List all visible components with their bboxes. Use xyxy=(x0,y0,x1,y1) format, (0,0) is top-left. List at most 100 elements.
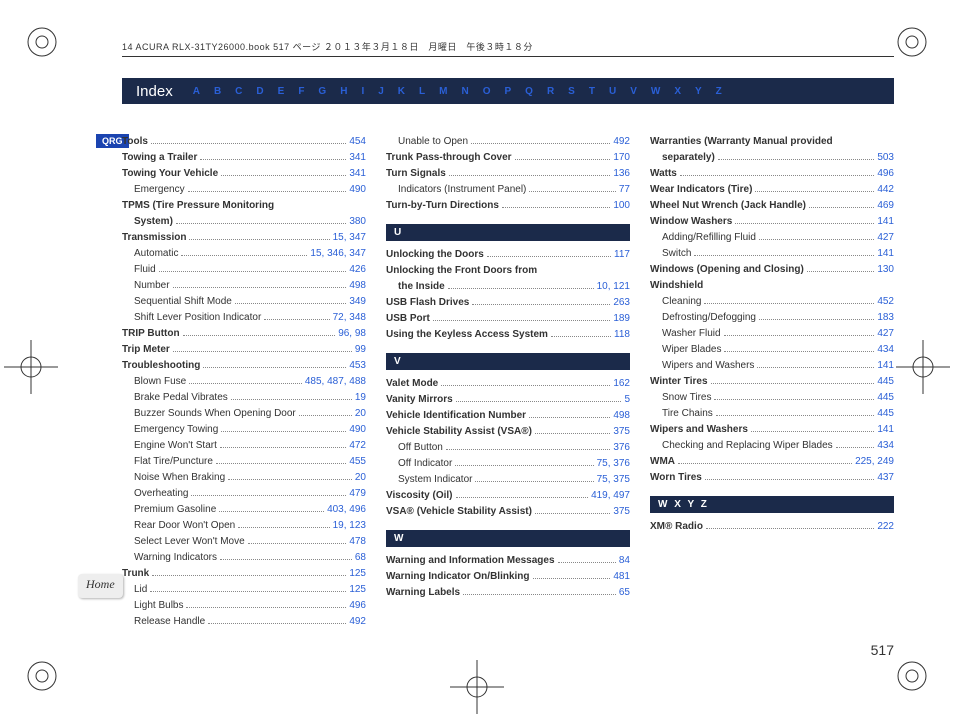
alpha-link-o[interactable]: O xyxy=(483,86,491,97)
alpha-link-u[interactable]: U xyxy=(609,86,616,97)
index-entry-page[interactable]: 492 xyxy=(613,134,630,150)
index-entry-page[interactable]: 490 xyxy=(349,422,366,438)
index-entry-page[interactable]: 478 xyxy=(349,534,366,550)
index-entry-page[interactable]: 225, 249 xyxy=(855,454,894,470)
index-entry-page[interactable]: 141 xyxy=(877,358,894,374)
index-entry-page[interactable]: 20 xyxy=(355,406,366,422)
index-entry-page[interactable]: 15, 346, 347 xyxy=(310,246,366,262)
index-entry-page[interactable]: 492 xyxy=(349,614,366,630)
alpha-link-t[interactable]: T xyxy=(589,86,595,97)
index-entry-page[interactable]: 141 xyxy=(877,246,894,262)
index-entry-page[interactable]: 77 xyxy=(619,182,630,198)
alpha-link-k[interactable]: K xyxy=(398,86,405,97)
index-entry-page[interactable]: 136 xyxy=(613,166,630,182)
index-entry-page[interactable]: 496 xyxy=(349,598,366,614)
index-entry-page[interactable]: 99 xyxy=(355,342,366,358)
index-entry-page[interactable]: 15, 347 xyxy=(333,230,366,246)
index-entry-page[interactable]: 442 xyxy=(877,182,894,198)
index-entry-page[interactable]: 65 xyxy=(619,585,630,601)
index-entry-page[interactable]: 341 xyxy=(349,150,366,166)
index-entry-page[interactable]: 454 xyxy=(349,134,366,150)
index-entry-page[interactable]: 419, 497 xyxy=(591,488,630,504)
index-entry-page[interactable]: 5 xyxy=(624,392,630,408)
index-entry-page[interactable]: 376 xyxy=(613,440,630,456)
alpha-link-n[interactable]: N xyxy=(461,86,468,97)
alpha-link-p[interactable]: P xyxy=(504,86,511,97)
index-entry-page[interactable]: 96, 98 xyxy=(338,326,366,342)
alpha-link-v[interactable]: V xyxy=(630,86,637,97)
index-entry-page[interactable]: 125 xyxy=(349,566,366,582)
index-entry-page[interactable]: 141 xyxy=(877,422,894,438)
index-entry-page[interactable]: 426 xyxy=(349,262,366,278)
alpha-link-h[interactable]: H xyxy=(340,86,347,97)
index-entry-page[interactable]: 170 xyxy=(613,150,630,166)
index-entry-page[interactable]: 10, 121 xyxy=(597,279,630,295)
alpha-link-d[interactable]: D xyxy=(256,86,263,97)
index-entry-page[interactable]: 189 xyxy=(613,311,630,327)
index-entry-page[interactable]: 375 xyxy=(613,424,630,440)
index-entry-page[interactable]: 100 xyxy=(613,198,630,214)
alpha-link-q[interactable]: Q xyxy=(525,86,533,97)
index-entry-page[interactable]: 130 xyxy=(877,262,894,278)
index-entry-page[interactable]: 375 xyxy=(613,504,630,520)
alpha-link-z[interactable]: Z xyxy=(716,86,722,97)
alpha-link-f[interactable]: F xyxy=(298,86,304,97)
alpha-link-x[interactable]: X xyxy=(674,86,681,97)
index-entry-page[interactable]: 485, 487, 488 xyxy=(305,374,366,390)
index-entry-page[interactable]: 68 xyxy=(355,550,366,566)
alpha-link-a[interactable]: A xyxy=(193,86,200,97)
index-entry-page[interactable]: 19 xyxy=(355,390,366,406)
index-entry-page[interactable]: 75, 376 xyxy=(597,456,630,472)
index-entry-page[interactable]: 162 xyxy=(613,376,630,392)
alpha-link-i[interactable]: I xyxy=(361,86,364,97)
index-entry-page[interactable]: 445 xyxy=(877,406,894,422)
index-entry-page[interactable]: 498 xyxy=(613,408,630,424)
index-entry-page[interactable]: 455 xyxy=(349,454,366,470)
index-entry-page[interactable]: 496 xyxy=(877,166,894,182)
index-entry-page[interactable]: 263 xyxy=(613,295,630,311)
index-entry-page[interactable]: 434 xyxy=(877,438,894,454)
index-entry-page[interactable]: 445 xyxy=(877,390,894,406)
index-entry-page[interactable]: 349 xyxy=(349,294,366,310)
alpha-link-l[interactable]: L xyxy=(419,86,425,97)
index-entry-page[interactable]: 469 xyxy=(877,198,894,214)
index-entry-page[interactable]: 183 xyxy=(877,310,894,326)
index-entry-page[interactable]: 403, 496 xyxy=(327,502,366,518)
index-entry-page[interactable]: 20 xyxy=(355,470,366,486)
index-entry-page[interactable]: 452 xyxy=(877,294,894,310)
index-entry-page[interactable]: 19, 123 xyxy=(333,518,366,534)
alpha-link-s[interactable]: S xyxy=(568,86,575,97)
index-entry-page[interactable]: 503 xyxy=(877,150,894,166)
alpha-link-g[interactable]: G xyxy=(318,86,326,97)
index-entry-page[interactable]: 427 xyxy=(877,230,894,246)
index-entry-page[interactable]: 479 xyxy=(349,486,366,502)
index-entry-page[interactable]: 490 xyxy=(349,182,366,198)
index-entry-page[interactable]: 141 xyxy=(877,214,894,230)
alpha-link-b[interactable]: B xyxy=(214,86,221,97)
alpha-link-j[interactable]: J xyxy=(378,86,384,97)
index-entry-page[interactable]: 117 xyxy=(614,247,630,263)
index-entry-page[interactable]: 84 xyxy=(619,553,630,569)
alpha-link-w[interactable]: W xyxy=(651,86,660,97)
index-entry-page[interactable]: 481 xyxy=(613,569,630,585)
index-entry-page[interactable]: 498 xyxy=(349,278,366,294)
index-entry-page[interactable]: 445 xyxy=(877,374,894,390)
index-entry-page[interactable]: 72, 348 xyxy=(333,310,366,326)
index-entry-page[interactable]: 434 xyxy=(877,342,894,358)
index-entry-page[interactable]: 453 xyxy=(349,358,366,374)
alpha-link-y[interactable]: Y xyxy=(695,86,702,97)
alpha-link-m[interactable]: M xyxy=(439,86,447,97)
alpha-link-r[interactable]: R xyxy=(547,86,554,97)
home-button[interactable]: Home xyxy=(78,574,123,598)
alpha-link-c[interactable]: C xyxy=(235,86,242,97)
index-entry-page[interactable]: 75, 375 xyxy=(597,472,630,488)
index-entry-page[interactable]: 222 xyxy=(877,519,894,535)
index-entry-page[interactable]: 437 xyxy=(877,470,894,486)
index-entry-page[interactable]: 118 xyxy=(614,327,630,343)
index-entry-page[interactable]: 472 xyxy=(349,438,366,454)
index-entry-page[interactable]: 341 xyxy=(349,166,366,182)
index-entry-page[interactable]: 427 xyxy=(877,326,894,342)
index-entry-page[interactable]: 125 xyxy=(349,582,366,598)
index-entry-page[interactable]: 380 xyxy=(349,214,366,230)
alpha-link-e[interactable]: E xyxy=(278,86,285,97)
